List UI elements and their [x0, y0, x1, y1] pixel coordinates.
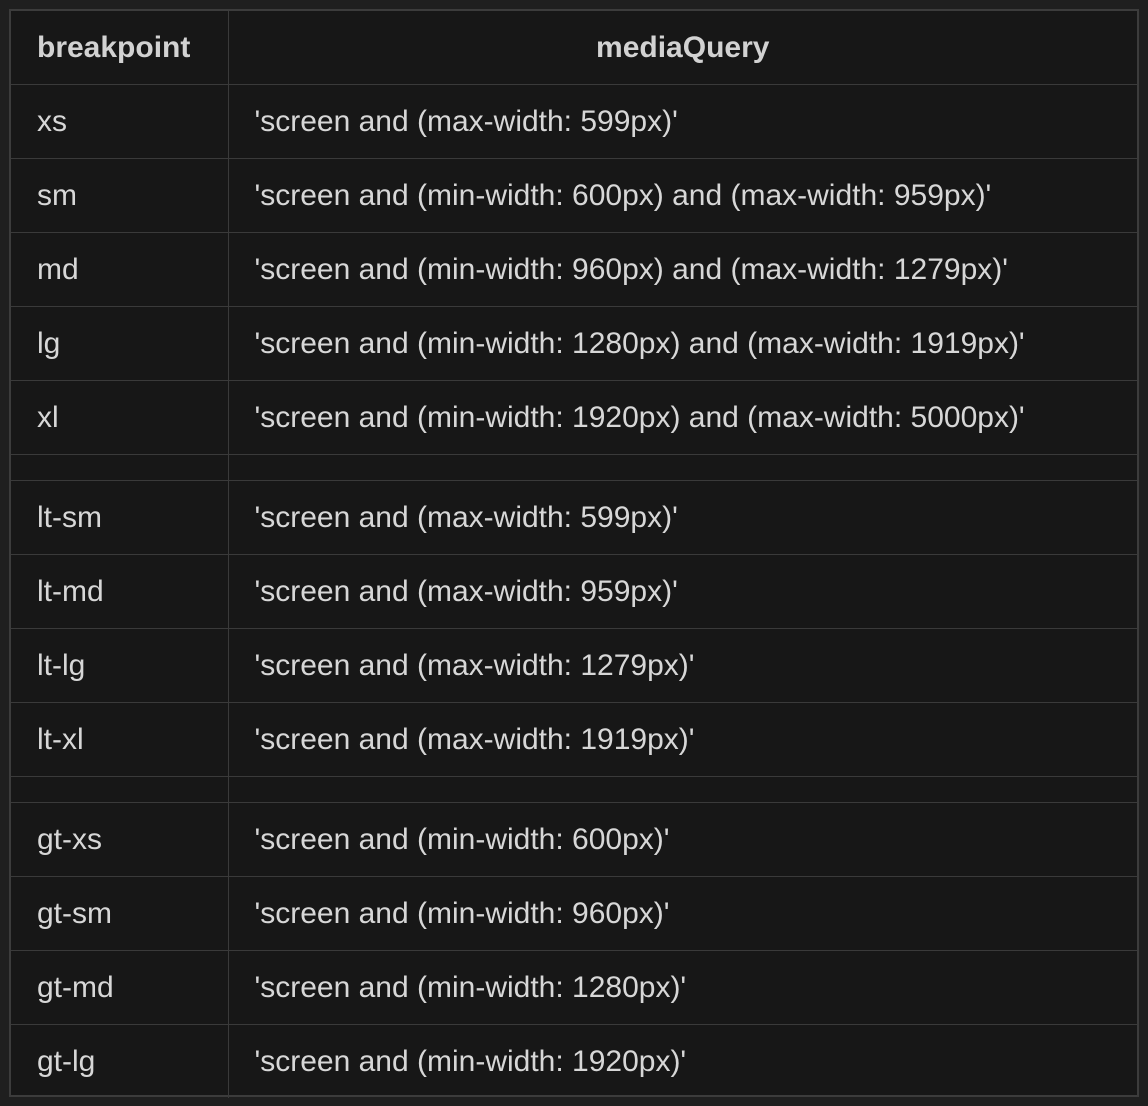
breakpoint-cell: xs — [11, 84, 229, 159]
table-row: lt-lg 'screen and (max-width: 1279px)' — [11, 628, 1137, 703]
table-row: gt-sm 'screen and (min-width: 960px)' — [11, 876, 1137, 951]
table-row: lt-sm 'screen and (max-width: 599px)' — [11, 480, 1137, 555]
table-header-row: breakpoint mediaQuery — [11, 11, 1137, 85]
media-query-cell: 'screen and (min-width: 1920px) and (max… — [227, 380, 1137, 455]
table-row: xs 'screen and (max-width: 599px)' — [11, 84, 1137, 159]
table-row: gt-md 'screen and (min-width: 1280px)' — [11, 950, 1137, 1025]
media-query-cell: 'screen and (min-width: 1280px)' — [227, 950, 1137, 1025]
table-row: gt-lg 'screen and (min-width: 1920px)' — [11, 1024, 1137, 1098]
breakpoint-cell: lt-lg — [11, 628, 229, 703]
table-row: gt-xs 'screen and (min-width: 600px)' — [11, 802, 1137, 877]
breakpoint-cell: gt-lg — [11, 1024, 229, 1098]
breakpoint-cell: lt-md — [11, 554, 229, 629]
breakpoint-cell: xl — [11, 380, 229, 455]
media-query-cell: 'screen and (min-width: 960px) and (max-… — [227, 232, 1137, 307]
spacer-cell — [227, 454, 1137, 481]
table-row: sm 'screen and (min-width: 600px) and (m… — [11, 158, 1137, 233]
spacer-cell — [227, 776, 1137, 803]
table-row: xl 'screen and (min-width: 1920px) and (… — [11, 380, 1137, 455]
media-query-cell: 'screen and (min-width: 1280px) and (max… — [227, 306, 1137, 381]
table-row: md 'screen and (min-width: 960px) and (m… — [11, 232, 1137, 307]
media-query-cell: 'screen and (max-width: 1279px)' — [227, 628, 1137, 703]
media-query-cell: 'screen and (max-width: 959px)' — [227, 554, 1137, 629]
media-query-cell: 'screen and (min-width: 960px)' — [227, 876, 1137, 951]
media-query-cell: 'screen and (max-width: 599px)' — [227, 84, 1137, 159]
table-row: lt-xl 'screen and (max-width: 1919px)' — [11, 702, 1137, 777]
breakpoint-cell: lt-sm — [11, 480, 229, 555]
media-query-cell: 'screen and (max-width: 1919px)' — [227, 702, 1137, 777]
header-breakpoint: breakpoint — [11, 11, 229, 85]
breakpoint-cell: lt-xl — [11, 702, 229, 777]
table-row: lg 'screen and (min-width: 1280px) and (… — [11, 306, 1137, 381]
breakpoint-cell: sm — [11, 158, 229, 233]
spacer-cell — [11, 776, 229, 803]
breakpoint-cell: md — [11, 232, 229, 307]
spacer-cell — [11, 454, 229, 481]
breakpoint-cell: gt-sm — [11, 876, 229, 951]
header-media-query: mediaQuery — [227, 11, 1137, 85]
breakpoint-cell: lg — [11, 306, 229, 381]
media-query-cell: 'screen and (min-width: 600px)' — [227, 802, 1137, 877]
breakpoint-cell: gt-xs — [11, 802, 229, 877]
table-row: lt-md 'screen and (max-width: 959px)' — [11, 554, 1137, 629]
spacer-row — [11, 454, 1137, 481]
breakpoints-table-grid: breakpoint mediaQuery xs 'screen and (ma… — [11, 11, 1137, 1098]
media-query-cell: 'screen and (min-width: 600px) and (max-… — [227, 158, 1137, 233]
breakpoints-table: breakpoint mediaQuery xs 'screen and (ma… — [9, 9, 1139, 1098]
breakpoint-cell: gt-md — [11, 950, 229, 1025]
spacer-row — [11, 776, 1137, 803]
media-query-cell: 'screen and (min-width: 1920px)' — [227, 1024, 1137, 1098]
media-query-cell: 'screen and (max-width: 599px)' — [227, 480, 1137, 555]
